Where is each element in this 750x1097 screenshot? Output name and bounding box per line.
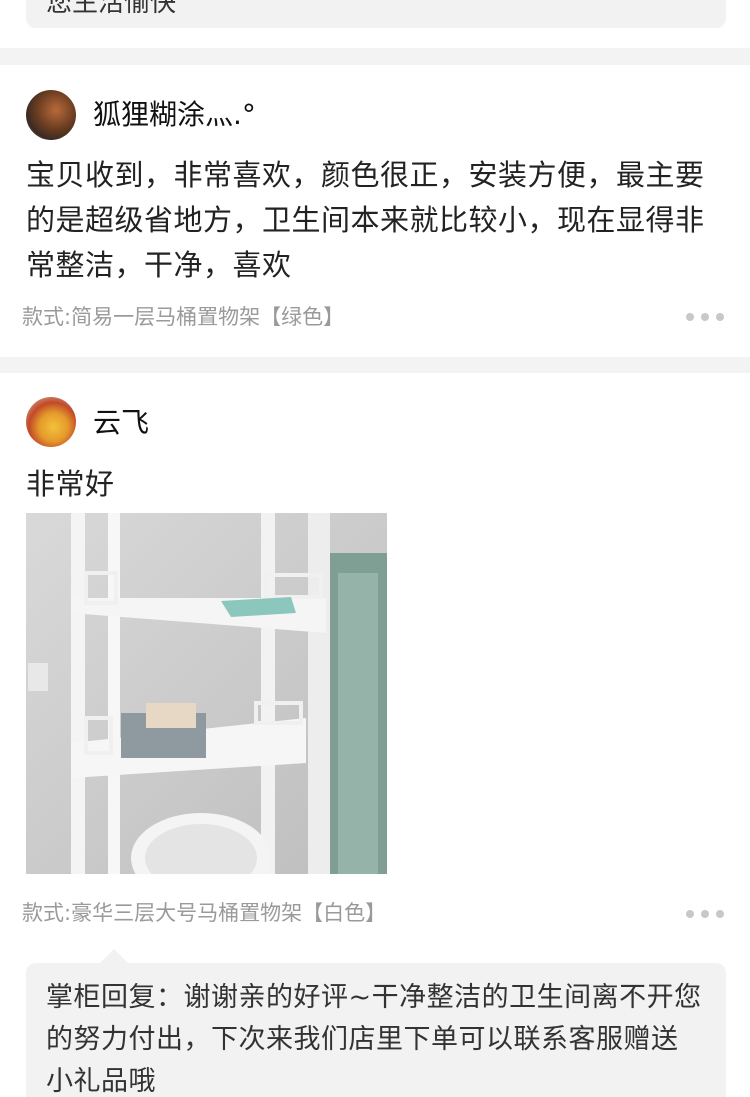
seller-reply: 掌柜回复：谢谢亲的好评~干净整洁的卫生间离不开您的努力付出，下次来我们店里下单可… [26,949,726,1097]
review-list-page: 您生活愉快 狐狸糊涂灬.° 宝贝收到，非常喜欢，颜色很正，安装方便，最主要的是超… [0,0,750,1097]
review-item: 云飞 非常好 款式:豪华三层大号马桶置物架【白色】 掌柜回复：谢谢亲的好评~干净… [0,373,750,1097]
review-photo[interactable] [26,513,387,874]
review-item: 狐狸糊涂灬.° 宝贝收到，非常喜欢，颜色很正，安装方便，最主要的是超级省地方，卫… [0,65,750,357]
seller-reply-text: 掌柜回复：谢谢亲的好评~干净整洁的卫生间离不开您的努力付出，下次来我们店里下单可… [46,982,702,1097]
section-divider [0,357,750,373]
more-dots-icon[interactable] [686,909,724,919]
user-avatar[interactable] [26,90,76,140]
reply-arrow [100,949,128,963]
reviewer-name: 狐狸糊涂灬.° [93,98,256,131]
previous-seller-reply: 您生活愉快 [26,0,726,28]
section-divider [0,48,750,65]
review-text: 非常好 [26,467,115,501]
product-spec: 款式:简易一层马桶置物架【绿色】 [22,305,345,329]
previous-reply-text: 您生活愉快 [46,0,177,18]
more-dots-icon[interactable] [686,312,724,322]
product-spec: 款式:豪华三层大号马桶置物架【白色】 [22,901,387,925]
user-avatar[interactable] [26,397,76,447]
reviewer-name: 云飞 [93,406,150,439]
shelf-photo-illustration [26,513,387,874]
review-text: 宝贝收到，非常喜欢，颜色很正，安装方便，最主要的是超级省地方，卫生间本来就比较小… [26,158,705,282]
